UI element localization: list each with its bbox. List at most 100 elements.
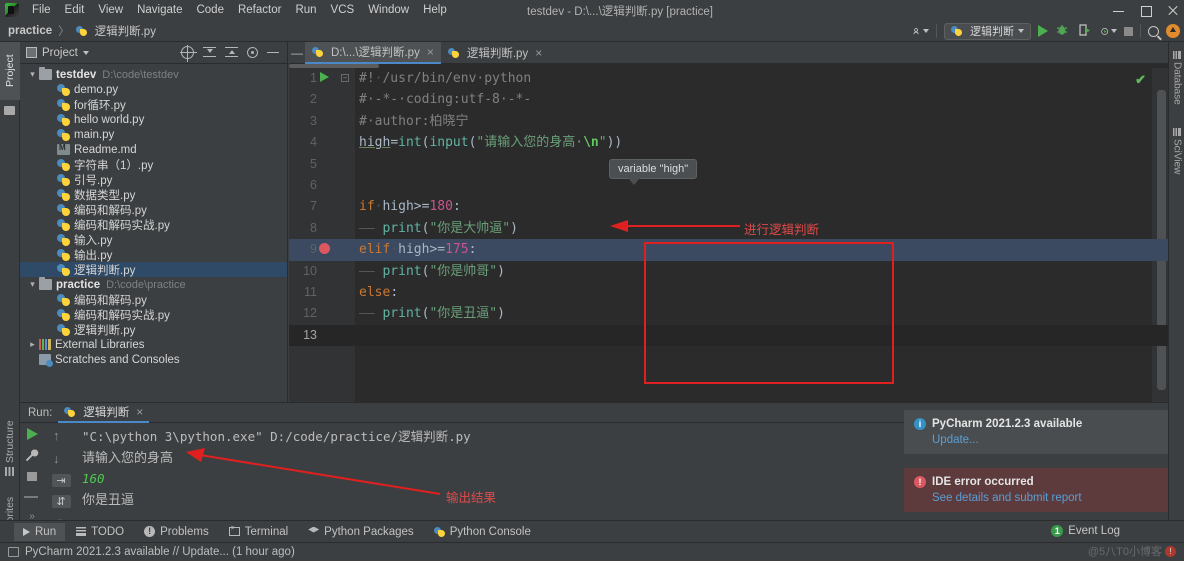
tree-item[interactable]: Scratches and Consoles <box>20 352 287 367</box>
code-line[interactable]: 2 #·-*-·coding:utf-8·-*- <box>289 89 1168 110</box>
tree-item[interactable]: 逻辑判断.py <box>20 262 287 277</box>
profiler-icon[interactable] <box>1101 23 1117 39</box>
code-line[interactable]: 3 #·author:柏晓宁 <box>289 111 1168 132</box>
console-output[interactable]: "C:\python 3\python.exe" D:/code/practic… <box>82 426 922 510</box>
scroll-to-end-icon[interactable]: ⇵ <box>51 495 71 508</box>
menu-navigate[interactable]: Navigate <box>130 2 189 18</box>
profile-icon[interactable] <box>913 23 929 39</box>
code-editor[interactable]: ✔ 1− #!·/usr/bin/env·python 2 #·-*-·coding:… <box>289 64 1168 402</box>
run-gutter-icon[interactable] <box>320 72 329 82</box>
menu-file[interactable]: File <box>25 2 58 18</box>
locate-icon[interactable] <box>180 45 197 62</box>
run-configuration-selector[interactable]: 逻辑判断 <box>944 22 1031 40</box>
notification-error[interactable]: ! IDE error occurred See details and sub… <box>904 468 1168 512</box>
notification-update[interactable]: i PyCharm 2021.2.3 available Update... <box>904 410 1168 454</box>
tree-item[interactable]: 编码和解码实战.py <box>20 217 287 232</box>
soft-wrap-icon[interactable]: ⇥ <box>51 474 71 487</box>
chevron-down-icon[interactable]: ▾ <box>26 69 39 80</box>
notification-link[interactable]: Update... <box>932 434 1158 446</box>
tree-item[interactable]: 引号.py <box>20 172 287 187</box>
tree-item[interactable]: Readme.md <box>20 142 287 157</box>
maximize-icon[interactable] <box>1140 5 1152 17</box>
code-line[interactable]: 4 high=int(input("请输入您的身高·\n")) <box>289 132 1168 153</box>
settings-wrench-icon[interactable] <box>24 448 40 464</box>
settings-icon[interactable] <box>247 47 258 58</box>
menu-view[interactable]: View <box>91 2 130 18</box>
scroll-down-icon[interactable] <box>53 451 69 466</box>
tree-item[interactable]: 数据类型.py <box>20 187 287 202</box>
debug-icon[interactable] <box>1055 23 1071 39</box>
close-icon[interactable] <box>1167 5 1178 16</box>
menu-run[interactable]: Run <box>288 2 323 18</box>
scroll-up-icon[interactable] <box>53 428 69 443</box>
collapse-all-icon[interactable] <box>203 46 216 59</box>
menu-window[interactable]: Window <box>361 2 416 18</box>
bottom-tab-problems[interactable]: ! Problems <box>135 523 218 541</box>
tree-item[interactable]: 编码和解码.py <box>20 292 287 307</box>
breadcrumb-file[interactable]: 逻辑判断.py <box>95 23 156 39</box>
editor-tab-1[interactable]: 逻辑判断.py × <box>441 42 549 64</box>
code-line[interactable]: 6 <box>289 175 1168 196</box>
bottom-tab-terminal[interactable]: Terminal <box>220 523 297 541</box>
tree-item[interactable]: 输出.py <box>20 247 287 262</box>
bottom-tab-todo[interactable]: TODO <box>67 523 133 541</box>
tree-item[interactable]: hello world.py <box>20 112 287 127</box>
tree-item[interactable]: 逻辑判断.py <box>20 322 287 337</box>
breakpoint-icon[interactable] <box>319 243 330 255</box>
breadcrumb-project[interactable]: practice <box>8 25 52 37</box>
menu-help[interactable]: Help <box>416 2 454 18</box>
status-message[interactable]: PyCharm 2021.2.3 available // Update... … <box>25 546 295 558</box>
bottom-tab-python-console[interactable]: Python Console <box>425 523 540 541</box>
event-log-button[interactable]: 1 Event Log <box>1051 525 1120 537</box>
sidebar-item-database[interactable]: Database <box>1169 44 1184 112</box>
code-line[interactable]: 7 if·high>=180: <box>289 196 1168 217</box>
code-line[interactable]: 12 —— print("你是丑逼") <box>289 303 1168 324</box>
tree-item[interactable]: 编码和解码实战.py <box>20 307 287 322</box>
hide-editor-icon[interactable]: — <box>289 46 305 60</box>
stop-icon[interactable] <box>27 472 37 481</box>
run-tab[interactable]: 逻辑判断 × <box>58 403 150 423</box>
menu-refactor[interactable]: Refactor <box>231 2 288 18</box>
menu-edit[interactable]: Edit <box>58 2 92 18</box>
minimize-icon[interactable] <box>1113 5 1124 16</box>
code-line[interactable]: 5 <box>289 154 1168 175</box>
tree-item[interactable]: for循环.py <box>20 97 287 112</box>
close-tab-icon[interactable]: × <box>136 405 143 419</box>
code-line[interactable]: 9 elif·high>=175: <box>289 239 1168 261</box>
code-line[interactable]: 11 else: <box>289 282 1168 303</box>
close-tab-icon[interactable]: × <box>427 45 434 59</box>
stop-icon[interactable] <box>1124 26 1133 36</box>
rerun-icon[interactable] <box>26 428 38 440</box>
tree-item[interactable]: 输入.py <box>20 232 287 247</box>
tree-item[interactable]: demo.py <box>20 82 287 97</box>
fold-icon[interactable]: − <box>341 74 349 82</box>
project-folder-icon[interactable] <box>0 102 20 120</box>
tree-item[interactable]: ▾ practice D:\code\practice <box>20 277 287 292</box>
menu-code[interactable]: Code <box>189 2 231 18</box>
expand-all-icon[interactable] <box>225 46 238 59</box>
tree-item[interactable]: ▾ testdev D:\code\testdev <box>20 67 287 82</box>
chevron-down-icon[interactable]: ▾ <box>26 279 39 290</box>
hide-icon[interactable] <box>267 46 280 59</box>
code-line[interactable]: 1 − #!·/usr/bin/env·python <box>289 68 1168 89</box>
tree-item[interactable]: 字符串（1）.py <box>20 157 287 172</box>
close-tab-icon[interactable]: × <box>535 46 542 60</box>
bottom-tab-run[interactable]: Run <box>14 522 66 541</box>
sidebar-item-structure[interactable]: Structure <box>0 410 20 486</box>
code-line[interactable]: 10 —— print("你是帅哥") <box>289 261 1168 282</box>
bottom-tab-python-packages[interactable]: Python Packages <box>299 523 423 541</box>
search-icon[interactable] <box>1148 25 1159 37</box>
code-line[interactable]: 13 <box>289 324 1168 347</box>
update-icon[interactable] <box>1166 24 1180 38</box>
tree-item[interactable]: main.py <box>20 127 287 142</box>
code-line[interactable]: 8 —— print("你是大帅逼") <box>289 218 1168 239</box>
sidebar-item-sciview[interactable]: SciView <box>1169 120 1184 182</box>
tree-item[interactable]: 编码和解码.py <box>20 202 287 217</box>
sidebar-item-project[interactable]: Project <box>0 42 20 100</box>
chevron-right-icon[interactable]: ▸ <box>26 339 39 350</box>
run-icon[interactable] <box>1038 25 1048 37</box>
menu-vcs[interactable]: VCS <box>324 2 362 18</box>
notification-link[interactable]: See details and submit report <box>932 492 1158 504</box>
tree-item[interactable]: ▸ External Libraries <box>20 337 287 352</box>
trash-icon[interactable] <box>24 489 40 503</box>
